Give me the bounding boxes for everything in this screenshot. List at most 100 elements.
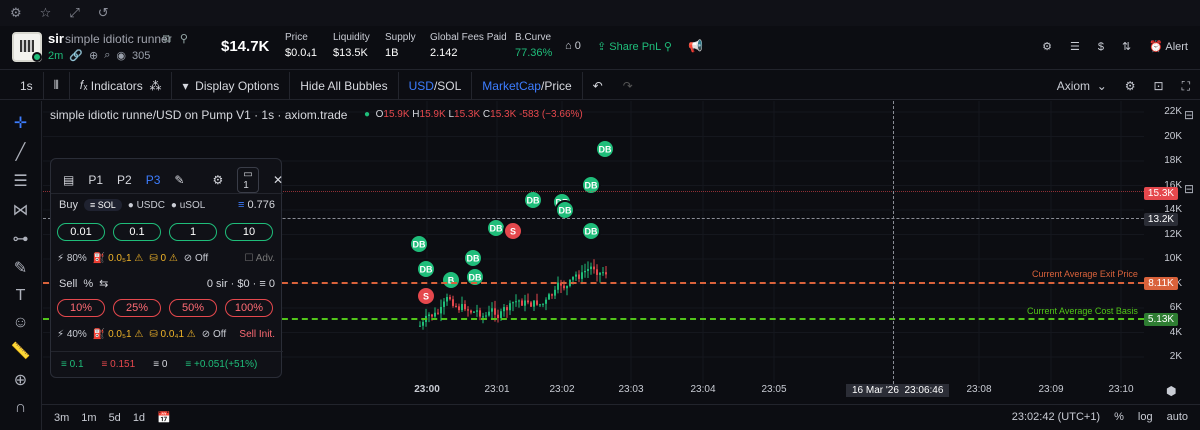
collapse-icon[interactable]: ⊟ bbox=[1184, 108, 1194, 122]
pin-icon: ⚲ bbox=[663, 41, 672, 53]
time-axis-label: 23:05 bbox=[761, 384, 787, 395]
fullscreen-icon[interactable]: ⛶ bbox=[1182, 79, 1190, 94]
list-icon[interactable]: ☰ bbox=[1070, 40, 1080, 53]
hide-bubbles-button[interactable]: Hide All Bubbles bbox=[290, 71, 399, 100]
brush-icon[interactable]: ✎ bbox=[14, 258, 27, 278]
trade-bubble-label: DB bbox=[527, 196, 540, 206]
sell-settings[interactable]: ⚡ 40% ⛽ 0.0₅1 ⚠ ⛁ 0.0₄1 ⚠ ⊘ Off Sell Ini… bbox=[51, 329, 283, 340]
text-icon[interactable]: T bbox=[16, 287, 26, 305]
sell-holdings: 0 sir · $0 · ≡ 0 bbox=[206, 277, 275, 290]
buy-amount-button[interactable]: 1 bbox=[169, 223, 217, 241]
price-axis-label: 2K bbox=[1169, 351, 1182, 362]
candle-body bbox=[449, 297, 451, 300]
buy-amount-button[interactable]: 0.1 bbox=[113, 223, 161, 241]
ruler-icon[interactable]: 📏 bbox=[11, 341, 31, 361]
crosshair-icon[interactable]: ✛ bbox=[14, 113, 27, 133]
candle-body bbox=[581, 272, 583, 279]
tab-p2[interactable]: P2 bbox=[117, 173, 132, 187]
redo-icon[interactable]: ↷ bbox=[613, 72, 643, 100]
link-icon[interactable]: 🔗 bbox=[69, 49, 83, 62]
range-3m[interactable]: 3m bbox=[54, 412, 69, 424]
share-pnl-button[interactable]: ⇪ Share PnL ⚲ bbox=[597, 40, 672, 53]
candle-body bbox=[494, 308, 496, 315]
megaphone-icon[interactable]: 📢 bbox=[688, 39, 703, 53]
token-action-icons[interactable]: ⧉ ⚲ bbox=[163, 32, 191, 46]
price-axis-label: 22K bbox=[1164, 106, 1182, 117]
buy-amount-button[interactable]: 0.01 bbox=[57, 223, 105, 241]
chart-icon[interactable]: ⤢ bbox=[69, 5, 79, 21]
screenshot-icon[interactable]: ⊡ bbox=[1154, 79, 1164, 93]
candle-body bbox=[458, 306, 460, 311]
alert-button[interactable]: ⏰ Alert bbox=[1149, 40, 1188, 53]
buy-settings[interactable]: ⚡ 80% ⛽ 0.0₅1 ⚠ ⛁ 0 ⚠ ⊘ Off ☐ Adv. bbox=[51, 253, 283, 264]
sell-percent-button[interactable]: 25% bbox=[113, 299, 161, 317]
candle-body bbox=[551, 294, 553, 296]
edit-icon[interactable]: ✎ bbox=[174, 173, 184, 187]
time-axis[interactable]: 23:00 23:01 23:02 23:03 23:04 23:05 23:08 23:09… bbox=[43, 384, 1143, 400]
zoom-icon[interactable]: ⊕ bbox=[14, 370, 27, 390]
tab-p3[interactable]: P3 bbox=[146, 173, 161, 187]
swap-icon[interactable]: ⇅ bbox=[1122, 40, 1131, 53]
range-1m[interactable]: 1m bbox=[81, 412, 96, 424]
search-icon[interactable]: ⌕ bbox=[104, 49, 110, 62]
token-age: 2m bbox=[48, 49, 64, 62]
marketcap-price-toggle[interactable]: MarketCap/Price bbox=[472, 71, 583, 100]
settings-icon[interactable]: ⚙ bbox=[10, 5, 22, 21]
wallet-icon[interactable]: ▤ bbox=[63, 173, 74, 187]
candle-body bbox=[536, 300, 538, 305]
wallet-count-badge[interactable]: ▭ 1 bbox=[237, 167, 259, 193]
globe-icon[interactable]: ⊕ bbox=[89, 49, 98, 62]
star-icon[interactable]: ☆ bbox=[40, 5, 52, 21]
buy-amount-button[interactable]: 10 bbox=[225, 223, 273, 241]
trendline-icon[interactable]: ╱ bbox=[16, 142, 26, 162]
candle-body bbox=[455, 305, 457, 307]
date-range-icon[interactable]: 📅 bbox=[157, 411, 171, 424]
usd-sol-toggle[interactable]: USD/SOL bbox=[399, 71, 473, 100]
percent-toggle[interactable]: % bbox=[1114, 411, 1124, 423]
fib-icon[interactable]: ⊶ bbox=[13, 229, 29, 249]
token-sol[interactable]: ≡ SOL bbox=[83, 199, 122, 211]
layout-select[interactable]: Axiom ⌄ bbox=[1057, 79, 1107, 93]
toggle-panel-icon[interactable]: ⊟ bbox=[1184, 182, 1194, 196]
pattern-icon[interactable]: ⋈ bbox=[13, 200, 29, 220]
sell-row: Sell % ⇆ 0 sir · $0 · ≡ 0 bbox=[51, 277, 283, 291]
hexagon-icon[interactable]: ⬢ bbox=[1166, 384, 1176, 398]
candle-body bbox=[563, 285, 565, 289]
clock[interactable]: 23:02:42 (UTC+1) bbox=[1012, 411, 1100, 423]
display-options-button[interactable]: ▾ Display Options bbox=[172, 71, 291, 100]
crosshair-v-line bbox=[893, 101, 894, 384]
token-usdc[interactable]: ● USDC bbox=[128, 200, 165, 211]
undo-icon[interactable]: ↶ bbox=[583, 72, 613, 100]
gear-icon[interactable]: ⚙ bbox=[1042, 40, 1052, 53]
indicators-button[interactable]: 𝑓ₓ Indicators ⁂ bbox=[70, 71, 173, 100]
watch-button[interactable]: ⌂ 0 bbox=[565, 40, 581, 52]
dollar-icon[interactable]: $ bbox=[1098, 41, 1104, 53]
log-toggle[interactable]: log bbox=[1138, 411, 1153, 423]
magnet-icon[interactable]: ∩ bbox=[15, 399, 27, 417]
sell-unit[interactable]: % bbox=[83, 278, 93, 290]
candle-body bbox=[527, 300, 529, 303]
sell-percent-button[interactable]: 50% bbox=[169, 299, 217, 317]
candle-type-icon[interactable]: ⫴ bbox=[44, 71, 70, 100]
range-1d[interactable]: 1d bbox=[133, 412, 145, 424]
trade-bubble-label: DB bbox=[559, 206, 572, 216]
price-axis-label: 20K bbox=[1164, 130, 1182, 142]
sell-percent-button[interactable]: 100% bbox=[225, 299, 273, 317]
cost-price-tag: 5.13K bbox=[1144, 313, 1178, 326]
history-icon[interactable]: ↺ bbox=[98, 5, 109, 21]
chart-settings-icon[interactable]: ⚙ bbox=[1125, 79, 1136, 93]
tab-p1[interactable]: P1 bbox=[88, 173, 103, 187]
token-usol[interactable]: ● uSOL bbox=[171, 200, 205, 211]
horizontal-lines-icon[interactable]: ☰ bbox=[13, 171, 27, 191]
auto-toggle[interactable]: auto bbox=[1167, 411, 1188, 423]
range-5d[interactable]: 5d bbox=[109, 412, 121, 424]
trade-bubble-label: S bbox=[510, 227, 516, 237]
trade-bubble-label: DB bbox=[420, 265, 433, 275]
current-price-tag: 15.3K bbox=[1144, 187, 1178, 200]
settings-icon[interactable]: ⚙ bbox=[212, 173, 223, 187]
sell-percent-button[interactable]: 10% bbox=[57, 299, 105, 317]
swap-icon[interactable]: ⇆ bbox=[99, 277, 108, 290]
interval-select[interactable]: 1s bbox=[10, 71, 44, 100]
close-icon[interactable]: ✕ bbox=[273, 173, 283, 187]
emoji-icon[interactable]: ☺ bbox=[12, 314, 28, 332]
